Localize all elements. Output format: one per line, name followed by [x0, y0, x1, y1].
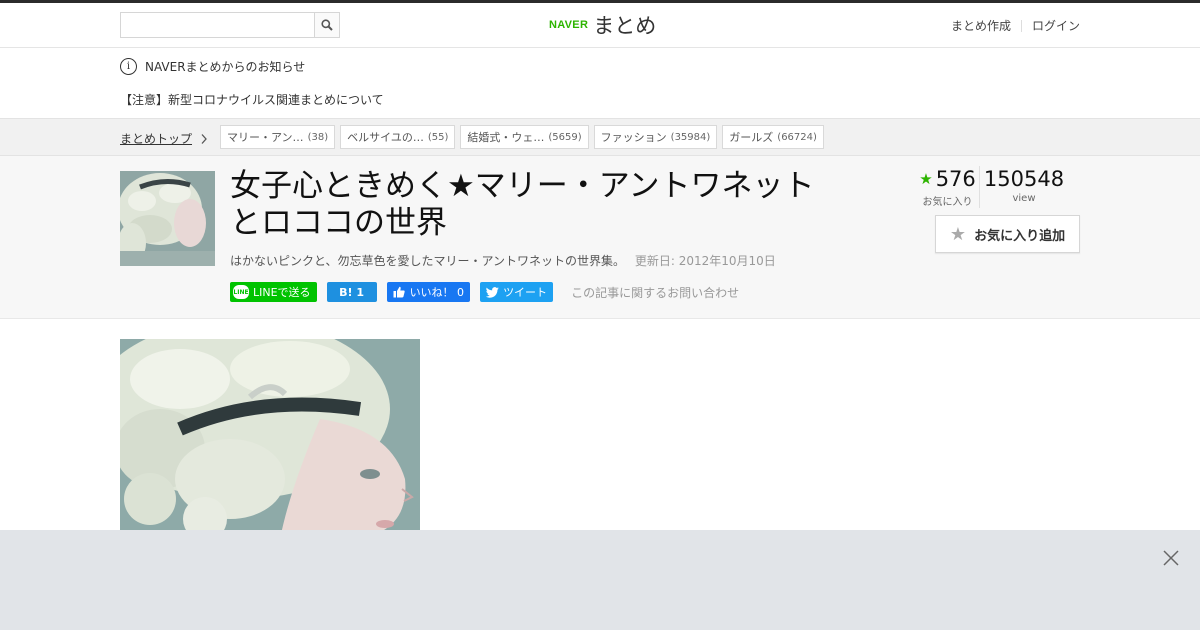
share-buttons: LINE LINEで送る B! 1 いいね！ 0 ツイート この記事に関するお問… [230, 282, 739, 302]
star-icon: ★ [919, 170, 933, 188]
tweet-button[interactable]: ツイート [480, 282, 554, 302]
search-icon [321, 19, 333, 31]
description-text: はかないピンクと、勿忘草色を愛したマリー・アントワネットの世界集。 [230, 254, 626, 268]
login-link[interactable]: ログイン [1032, 17, 1080, 34]
facebook-like-button[interactable]: いいね！ 0 [386, 282, 471, 302]
thumbnail-image [120, 171, 215, 266]
tag-item[interactable]: ガールズ (66724) [722, 125, 824, 149]
article-description: はかないピンクと、勿忘草色を愛したマリー・アントワネットの世界集。 更新日: 2… [230, 252, 776, 269]
article-title: 女子心ときめく★マリー・アントワネットとロココの世界 [230, 168, 815, 241]
add-favorite-button[interactable]: ★ お気に入り追加 [935, 215, 1080, 253]
ad-banner [0, 530, 1200, 630]
article-header: 女子心ときめく★マリー・アントワネットとロココの世界 はかないピンクと、勿忘草色… [0, 156, 1200, 319]
logo-brand: NAVER [549, 19, 589, 31]
star-icon: ★ [949, 223, 967, 245]
breadcrumb[interactable]: まとめトップ [120, 130, 208, 147]
article-main-image[interactable] [120, 339, 420, 539]
hatena-bookmark-button[interactable]: B! 1 [326, 282, 377, 302]
tag-label: ベルサイユの… [347, 131, 424, 144]
hatena-label: B! 1 [339, 285, 364, 299]
header-links: まとめ作成 ログイン [951, 17, 1080, 34]
views-stat: 150548 view [980, 166, 1065, 208]
add-favorite-label: お気に入り追加 [974, 228, 1066, 244]
info-icon: i [120, 58, 137, 75]
tag-item[interactable]: ベルサイユの… (55) [340, 125, 456, 149]
search-button[interactable] [314, 13, 339, 37]
notice-header: i NAVERまとめからのお知らせ [120, 58, 305, 75]
site-header: NAVER まとめ まとめ作成 ログイン [0, 3, 1200, 48]
favorites-count: 576 [935, 167, 976, 191]
main-image [120, 339, 420, 539]
tag-label: ファッション [600, 131, 667, 144]
updated-date: 更新日: 2012年10月10日 [634, 254, 776, 268]
tag-label: 結婚式・ウェ… [467, 131, 545, 144]
caution-link[interactable]: 【注意】新型コロナウイルス関連まとめについて [120, 91, 384, 108]
breadcrumb-top[interactable]: まとめトップ [120, 130, 192, 147]
tag-item[interactable]: 結婚式・ウェ… (5659) [460, 125, 589, 149]
tag-item[interactable]: マリー・アン… (38) [220, 125, 336, 149]
line-share-button[interactable]: LINE LINEで送る [230, 282, 317, 302]
facebook-like-label: いいね！ 0 [409, 286, 465, 299]
tag-label: マリー・アン… [227, 131, 304, 144]
views-count: 150548 [983, 167, 1065, 191]
tag-label: ガールズ [729, 131, 774, 144]
tag-list: マリー・アン… (38) ベルサイユの… (55) 結婚式・ウェ… (5659)… [220, 125, 829, 149]
tag-count: (55) [427, 131, 449, 143]
site-logo[interactable]: NAVER まとめ [549, 10, 656, 40]
search-box [120, 12, 340, 38]
favorites-stat: ★ 576 お気に入り [919, 166, 980, 208]
inquiry-link[interactable]: この記事に関するお問い合わせ [571, 284, 739, 301]
search-input[interactable] [121, 13, 315, 37]
notice-title: NAVERまとめからのお知らせ [145, 60, 306, 74]
tag-count: (66724) [777, 131, 817, 143]
close-icon[interactable] [1162, 549, 1180, 567]
divider [1020, 19, 1022, 32]
category-bar: まとめトップ マリー・アン… (38) ベルサイユの… (55) 結婚式・ウェ…… [0, 118, 1200, 156]
article-stats: ★ 576 お気に入り 150548 view [919, 166, 1065, 208]
line-icon: LINE [233, 285, 249, 299]
line-share-label: LINEで送る [253, 286, 311, 299]
logo-name: まとめ [593, 14, 657, 38]
tag-count: (35984) [670, 131, 711, 143]
tag-item[interactable]: ファッション (35984) [593, 125, 718, 149]
facebook-like-icon [393, 286, 405, 298]
twitter-bird-icon [486, 286, 499, 298]
chevron-right-icon [201, 133, 207, 144]
views-label: view [1012, 193, 1036, 204]
tag-count: (5659) [548, 131, 582, 143]
create-matome-link[interactable]: まとめ作成 [951, 17, 1011, 34]
favorites-label: お気に入り [922, 197, 973, 208]
tag-count: (38) [307, 131, 329, 143]
article-thumbnail[interactable] [120, 171, 215, 266]
tweet-label: ツイート [503, 286, 548, 299]
